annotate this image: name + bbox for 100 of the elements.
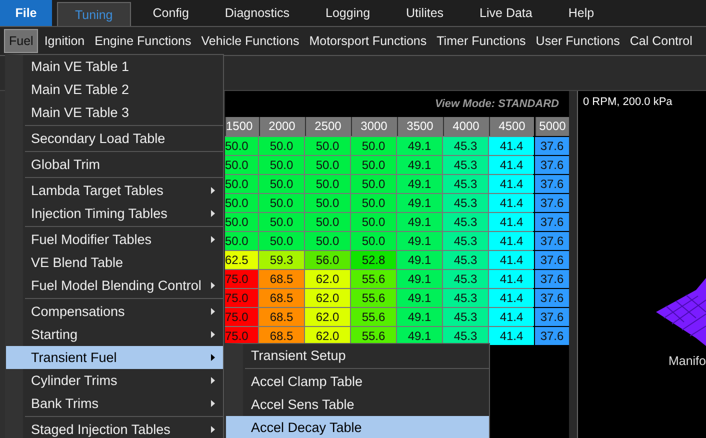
table-cell[interactable]: 50.0: [259, 232, 304, 250]
table-cell[interactable]: 49.1: [397, 270, 442, 288]
menu-bar-item[interactable]: Motorsport Functions: [305, 30, 431, 52]
table-cell[interactable]: 41.4: [489, 156, 534, 174]
table-cell[interactable]: 49.1: [397, 175, 442, 193]
table-cell[interactable]: 37.6: [535, 194, 569, 212]
table-cell[interactable]: 68.5: [259, 308, 304, 326]
table-cell[interactable]: 62.0: [305, 270, 350, 288]
table-cell[interactable]: 55.6: [351, 289, 396, 307]
table-cell[interactable]: 50.0: [259, 175, 304, 193]
table-cell[interactable]: 45.3: [443, 308, 488, 326]
table-cell[interactable]: 50.0: [259, 156, 304, 174]
table-cell[interactable]: 45.3: [443, 270, 488, 288]
menu-bar-item[interactable]: Vehicle Functions: [197, 30, 304, 52]
table-cell[interactable]: 50.0: [305, 156, 350, 174]
table-cell[interactable]: 50.0: [351, 232, 396, 250]
menu-item[interactable]: Accel Decay Table: [226, 416, 489, 438]
table-cell[interactable]: 50.0: [259, 137, 304, 155]
table-cell[interactable]: 37.6: [535, 251, 569, 269]
table-cell[interactable]: 50.0: [351, 213, 396, 231]
menu-item[interactable]: Cylinder Trims: [23, 369, 223, 392]
table-cell[interactable]: 49.1: [397, 194, 442, 212]
menu-item[interactable]: VE Blend Table: [23, 251, 223, 274]
table-cell[interactable]: 50.0: [351, 156, 396, 174]
table-cell[interactable]: 50.0: [259, 194, 304, 212]
table-cell[interactable]: 49.1: [397, 289, 442, 307]
table-cell[interactable]: 52.8: [351, 251, 396, 269]
menu-item[interactable]: Transient Setup: [243, 344, 489, 367]
table-cell[interactable]: 75.0: [225, 270, 258, 288]
table-cell[interactable]: 49.1: [397, 213, 442, 231]
table-cell[interactable]: 49.1: [397, 308, 442, 326]
table-cell[interactable]: 68.5: [259, 289, 304, 307]
menu-item[interactable]: Fuel Model Blending Control: [23, 274, 223, 297]
table-cell[interactable]: 49.1: [397, 251, 442, 269]
table-cell[interactable]: 37.6: [535, 213, 569, 231]
table-cell[interactable]: 56.0: [305, 251, 350, 269]
table-cell[interactable]: 41.4: [489, 175, 534, 193]
table-cell[interactable]: 41.4: [489, 251, 534, 269]
table-cell[interactable]: 50.0: [225, 213, 258, 231]
table-cell[interactable]: 37.6: [535, 175, 569, 193]
table-cell[interactable]: 45.3: [443, 232, 488, 250]
ribbon-tab[interactable]: Help: [554, 0, 608, 26]
table-cell[interactable]: 41.4: [489, 308, 534, 326]
menu-item[interactable]: Main VE Table 3: [23, 101, 223, 124]
ribbon-tab[interactable]: Config: [138, 0, 203, 26]
table-cell[interactable]: 59.3: [259, 251, 304, 269]
ribbon-tab[interactable]: Utilites: [392, 0, 458, 26]
table-cell[interactable]: 50.0: [225, 156, 258, 174]
table-cell[interactable]: 41.4: [489, 213, 534, 231]
table-cell[interactable]: 49.1: [397, 156, 442, 174]
table-cell[interactable]: 45.3: [443, 251, 488, 269]
menu-item[interactable]: Injection Timing Tables: [23, 202, 223, 225]
table-cell[interactable]: 62.5: [225, 251, 258, 269]
table-cell[interactable]: 50.0: [259, 213, 304, 231]
menu-bar-item[interactable]: Fuel: [4, 29, 38, 53]
table-cell[interactable]: 50.0: [305, 175, 350, 193]
menu-item[interactable]: Compensations: [23, 300, 223, 323]
table-cell[interactable]: 55.6: [351, 308, 396, 326]
menu-item[interactable]: Fuel Modifier Tables: [23, 228, 223, 251]
menu-item[interactable]: Starting: [23, 323, 223, 346]
table-cell[interactable]: 62.0: [305, 289, 350, 307]
table-cell[interactable]: 41.4: [489, 327, 534, 345]
table-cell[interactable]: 50.0: [225, 137, 258, 155]
menu-item[interactable]: Main VE Table 2: [23, 78, 223, 101]
file-button[interactable]: File: [0, 0, 52, 26]
table-cell[interactable]: 45.3: [443, 194, 488, 212]
table-cell[interactable]: 41.4: [489, 232, 534, 250]
table-cell[interactable]: 75.0: [225, 289, 258, 307]
table-cell[interactable]: 50.0: [305, 194, 350, 212]
table-cell[interactable]: 37.6: [535, 270, 569, 288]
menu-item[interactable]: Bank Trims: [23, 392, 223, 415]
table-cell[interactable]: 50.0: [351, 137, 396, 155]
table-cell[interactable]: 55.6: [351, 270, 396, 288]
menu-item[interactable]: Accel Clamp Table: [243, 370, 489, 393]
table-cell[interactable]: 49.1: [397, 137, 442, 155]
menu-item[interactable]: Staged Injection Tables: [23, 418, 223, 438]
table-cell[interactable]: 45.3: [443, 137, 488, 155]
table-cell[interactable]: 45.3: [443, 289, 488, 307]
menu-bar-item[interactable]: Timer Functions: [432, 30, 530, 52]
table-cell[interactable]: 50.0: [305, 137, 350, 155]
menu-item[interactable]: Lambda Target Tables: [23, 179, 223, 202]
table-cell[interactable]: 45.3: [443, 156, 488, 174]
menu-item[interactable]: Transient Fuel: [6, 346, 223, 369]
table-cell[interactable]: 62.0: [305, 308, 350, 326]
table-cell[interactable]: 50.0: [305, 213, 350, 231]
table-cell[interactable]: 41.4: [489, 270, 534, 288]
table-cell[interactable]: 68.5: [259, 270, 304, 288]
menu-item[interactable]: Main VE Table 1: [23, 55, 223, 78]
ribbon-tab[interactable]: Live Data: [466, 0, 546, 26]
table-cell[interactable]: 37.6: [535, 232, 569, 250]
table-cell[interactable]: 49.1: [397, 232, 442, 250]
ribbon-tab[interactable]: Diagnostics: [210, 0, 304, 26]
table-cell[interactable]: 50.0: [351, 175, 396, 193]
table-cell[interactable]: 41.4: [489, 137, 534, 155]
table-cell[interactable]: 41.4: [489, 289, 534, 307]
table-cell[interactable]: 45.3: [443, 175, 488, 193]
table-cell[interactable]: 50.0: [225, 232, 258, 250]
table-cell[interactable]: 50.0: [305, 232, 350, 250]
menu-item[interactable]: Accel Sens Table: [243, 393, 489, 416]
menu-item[interactable]: Global Trim: [23, 153, 223, 176]
